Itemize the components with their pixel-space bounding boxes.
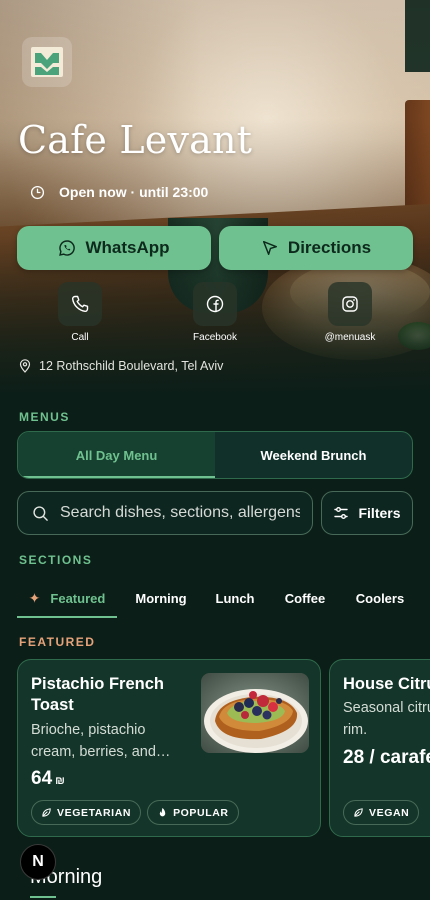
facebook-icon xyxy=(206,295,224,313)
instagram-label: @menuask xyxy=(324,332,376,343)
address-text: 12 Rothschild Boulevard, Tel Aviv xyxy=(39,359,224,373)
filters-button[interactable]: Filters xyxy=(321,491,413,535)
facebook-link[interactable]: Facebook xyxy=(170,282,260,343)
menus-heading: MENUS xyxy=(19,410,70,424)
dish-price: 28 / carafe xyxy=(343,747,430,768)
whatsapp-icon xyxy=(59,240,76,256)
instagram-link[interactable]: @menuask xyxy=(305,282,395,343)
instagram-icon-box xyxy=(328,282,372,326)
page-title: Cafe Levant xyxy=(18,118,253,162)
dish-photo xyxy=(201,673,309,753)
currency-symbol: ₪ xyxy=(55,775,65,787)
dish-card[interactable]: Pistachio French Toast Brioche, pistachi… xyxy=(17,659,321,837)
search-input[interactable] xyxy=(60,504,300,522)
phone-icon xyxy=(71,295,89,313)
filters-label: Filters xyxy=(358,505,401,521)
whatsapp-button[interactable]: WhatsApp xyxy=(17,226,211,270)
call-label: Call xyxy=(71,332,89,343)
logo-icon xyxy=(31,47,63,77)
featured-heading: FEATURED xyxy=(19,635,96,649)
menu-option-weekend-brunch[interactable]: Weekend Brunch xyxy=(215,432,412,478)
sliders-icon xyxy=(334,507,349,519)
section-tabs: ✦ Featured Morning Lunch Coffee Coolers xyxy=(17,578,430,618)
dish-name: Pistachio French Toast xyxy=(31,675,164,714)
leaf-icon xyxy=(354,808,363,817)
badge-vegetarian: VEGETARIAN xyxy=(31,800,142,825)
section-heading-underline xyxy=(30,896,56,898)
facebook-icon-box xyxy=(193,282,237,326)
badge-vegan-label: VEGAN xyxy=(369,806,410,819)
instagram-icon xyxy=(342,296,358,312)
menu-switcher: All Day Menu Weekend Brunch xyxy=(17,431,413,479)
directions-button-label: Directions xyxy=(287,238,372,257)
flame-icon xyxy=(159,807,166,817)
french-toast-image xyxy=(201,673,309,753)
dish-badges: VEGETARIAN POPULAR xyxy=(31,800,239,825)
badge-vegetarian-label: VEGETARIAN xyxy=(57,806,132,819)
dish-badges: VEGAN xyxy=(343,800,420,825)
search-box[interactable] xyxy=(17,491,313,535)
directions-button[interactable]: Directions xyxy=(219,226,413,270)
opening-hours-text: Open now · until 23:00 xyxy=(59,184,209,200)
dish-price-value: 64 xyxy=(31,768,53,789)
tab-morning[interactable]: Morning xyxy=(117,578,205,618)
menu-option-all-day[interactable]: All Day Menu xyxy=(18,432,215,478)
next-dev-badge[interactable]: N xyxy=(20,844,56,880)
dish-description: Brioche, pistachio cream, berries, and… xyxy=(31,722,171,760)
whatsapp-button-label: WhatsApp xyxy=(85,238,170,257)
dish-price: 64 ₪ xyxy=(31,768,65,790)
search-icon xyxy=(33,505,48,521)
tab-featured[interactable]: ✦ Featured xyxy=(17,578,117,618)
tab-coolers[interactable]: Coolers xyxy=(345,578,415,618)
badge-vegan: VEGAN xyxy=(343,800,420,825)
dish-description: Seasonal citrus, lime rim. xyxy=(343,700,430,738)
call-link[interactable]: Call xyxy=(35,282,125,343)
dish-card[interactable]: House Citrus Seasonal citrus, lime rim. … xyxy=(329,659,430,837)
address[interactable]: 12 Rothschild Boulevard, Tel Aviv xyxy=(19,359,223,373)
tab-featured-label: Featured xyxy=(50,590,106,606)
sparkle-icon: ✦ xyxy=(28,589,41,606)
restaurant-logo xyxy=(22,37,72,87)
call-icon-box xyxy=(58,282,102,326)
dish-name: House Citrus xyxy=(343,675,430,693)
tab-coffee[interactable]: Coffee xyxy=(265,578,345,618)
facebook-label: Facebook xyxy=(193,332,237,343)
badge-popular: POPULAR xyxy=(147,800,239,825)
map-pin-icon xyxy=(19,359,31,373)
sections-heading: SECTIONS xyxy=(19,553,93,567)
badge-popular-label: POPULAR xyxy=(173,806,229,819)
navigation-arrow-icon xyxy=(262,240,277,256)
opening-hours: Open now · until 23:00 xyxy=(30,182,208,202)
clock-icon xyxy=(30,185,45,199)
tab-lunch[interactable]: Lunch xyxy=(205,578,265,618)
leaf-icon xyxy=(42,808,51,817)
